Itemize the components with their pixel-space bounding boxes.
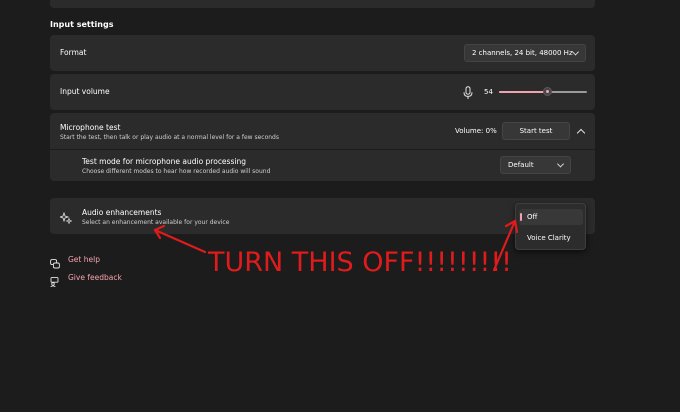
arrow-right: [492, 219, 519, 272]
annotation-arrows: [153, 219, 519, 272]
arrow-left: [153, 224, 207, 254]
